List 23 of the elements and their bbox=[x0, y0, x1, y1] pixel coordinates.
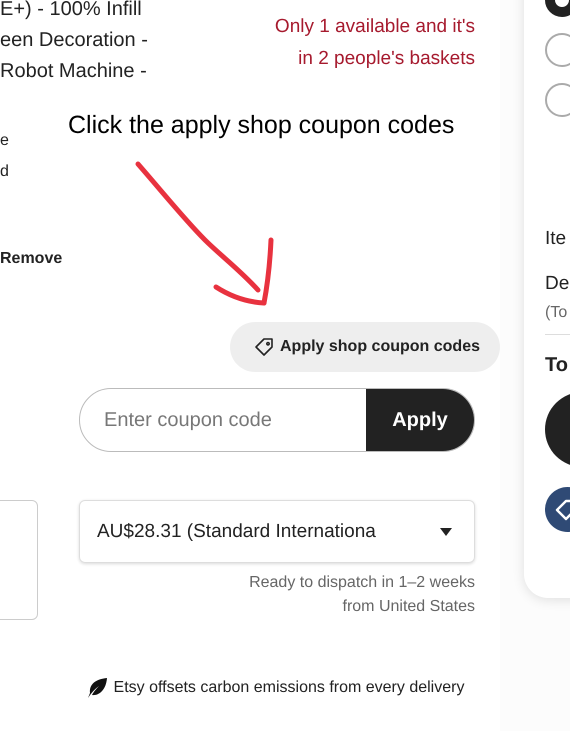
caret-icon bbox=[440, 528, 452, 536]
coupon-code-field[interactable]: Enter coupon code Apply bbox=[79, 388, 475, 452]
carbon-offset-note: Etsy offsets carbon emissions from every delivery bbox=[114, 679, 464, 697]
summary-note: (To bbox=[545, 303, 568, 323]
stock-warning: Only 1 available and it's in 2 people's baskets bbox=[274, 15, 475, 71]
summary-label: De bbox=[545, 272, 570, 296]
listing-title-line: E+) - 100% Infill bbox=[0, 0, 143, 22]
listing-title-line: een Decoration - bbox=[0, 28, 149, 53]
listing-detail-text: d bbox=[0, 162, 10, 182]
apply-coupon-codes-button[interactable]: Apply shop coupon codes bbox=[230, 322, 500, 372]
dispatch-info: Ready to dispatch in 1–2 weeks from United States bbox=[248, 573, 475, 617]
payment-radio[interactable] bbox=[545, 83, 570, 117]
listing-detail-text: e bbox=[0, 131, 10, 151]
total-label: To bbox=[545, 353, 569, 377]
leaf-icon bbox=[86, 677, 108, 699]
annotation-text: Click the apply shop coupon codes bbox=[68, 111, 454, 140]
shipping-select[interactable]: AU$28.31 (Standard Internationa bbox=[79, 500, 475, 563]
summary-label: Ite bbox=[545, 227, 568, 251]
apply-button[interactable]: Apply bbox=[366, 389, 474, 451]
remove-link[interactable]: Remove bbox=[0, 249, 62, 269]
listing-title-line: Robot Machine - bbox=[0, 59, 148, 84]
payment-radio[interactable] bbox=[545, 33, 570, 67]
tag-icon bbox=[254, 337, 274, 357]
